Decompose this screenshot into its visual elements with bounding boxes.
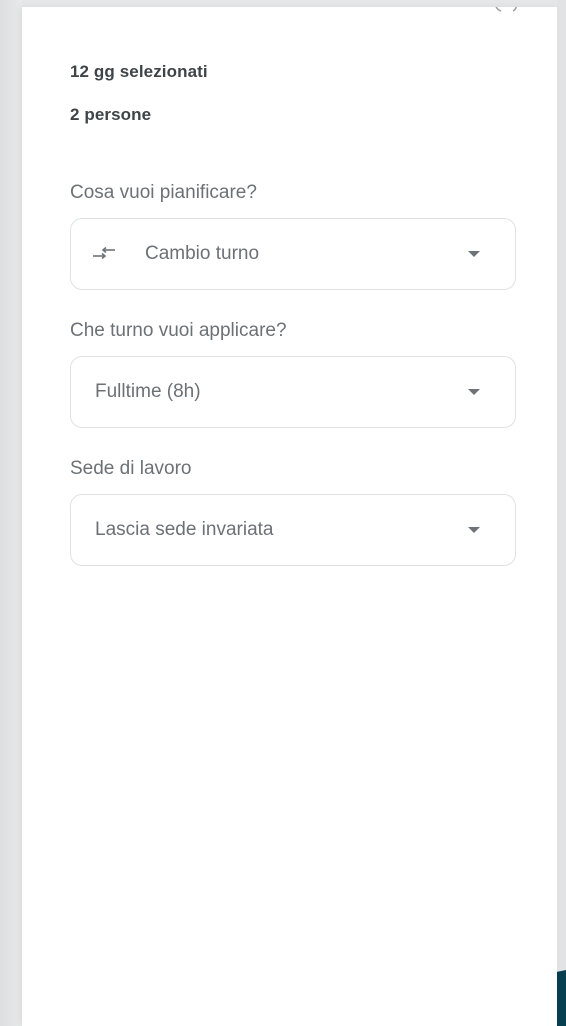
chevron-down-icon [468, 527, 480, 533]
background-left [0, 0, 22, 1026]
shift-type-value: Fulltime (8h) [95, 381, 201, 402]
shift-type-label: Che turno vuoi applicare? [70, 320, 287, 341]
people-selected-count: 2 persone [70, 105, 152, 124]
chevron-down-icon [468, 251, 480, 257]
panel-top-edge-icon [495, 7, 517, 12]
shift-type-select[interactable]: Fulltime (8h) [70, 356, 516, 428]
work-location-label: Sede di lavoro [70, 458, 192, 479]
plan-type-label: Cosa vuoi pianificare? [70, 182, 257, 203]
work-location-select[interactable]: Lascia sede invariata [70, 494, 516, 566]
work-location-value: Lascia sede invariata [95, 519, 274, 540]
swap-arrows-icon [91, 244, 119, 264]
plan-type-value: Cambio turno [145, 243, 260, 264]
chevron-down-icon [468, 389, 480, 395]
days-selected-count: 12 gg selezionati [70, 62, 208, 81]
plan-type-select[interactable]: Cambio turno [70, 218, 516, 290]
planning-panel: 12 gg selezionati 2 persone Cosa vuoi pi… [22, 7, 557, 1026]
background-right [557, 0, 566, 1026]
